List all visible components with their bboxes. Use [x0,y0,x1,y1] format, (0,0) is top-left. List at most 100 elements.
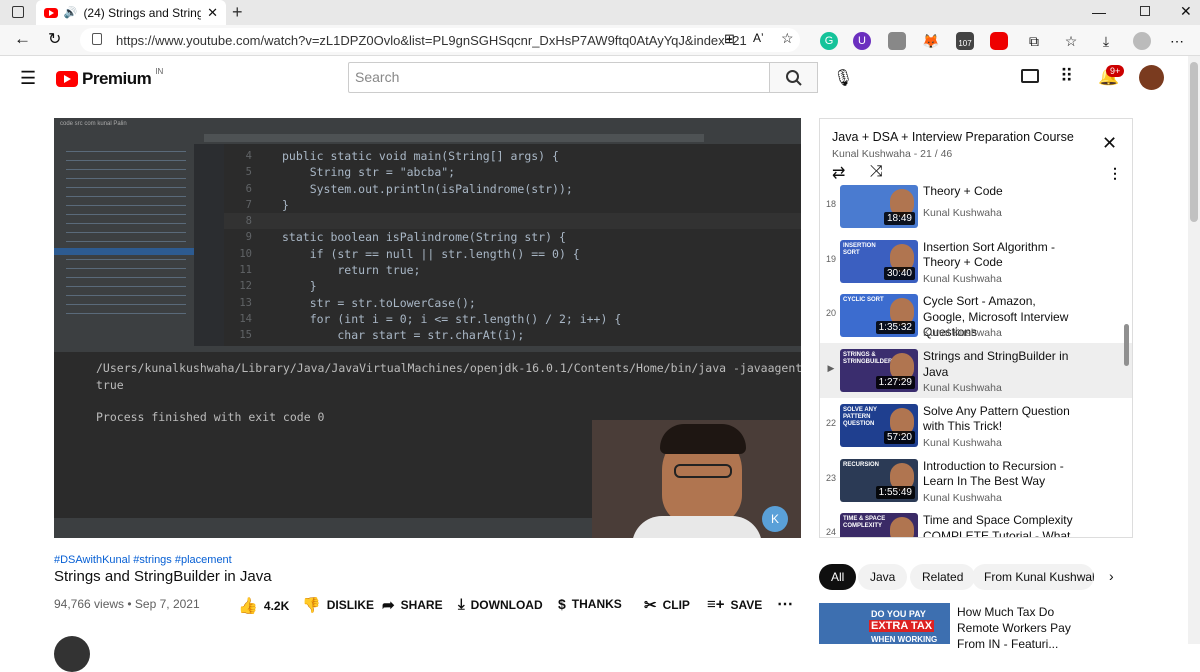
maximize-icon[interactable] [1140,6,1150,16]
video-title: Strings and StringBuilder in Java [54,568,272,585]
playlist-item-channel: Kunal Kushwaha [923,382,1002,395]
microphone-icon[interactable]: 🎙 [833,68,853,88]
page-scrollbar[interactable] [1188,56,1200,644]
playlist-scrollbar[interactable] [1124,324,1129,366]
extension-cube-icon[interactable] [888,32,906,50]
browser-menu-icon[interactable]: ⋯ [1168,32,1186,50]
playlist-item-channel: Kunal Kushwaha [923,436,1002,449]
chips-next-icon[interactable]: › [1109,568,1114,584]
playlist-item-index: ▶ [827,363,835,374]
code-line: 7} [224,197,801,213]
playlist-item-index: 22 [825,417,836,428]
youtube-logo-icon [56,71,78,87]
video-hashtags[interactable]: #DSAwithKunal #strings #placement [54,554,232,566]
recommended-title[interactable]: How Much Tax Do Remote Workers Pay From … [957,604,1097,652]
thumb-line-2: EXTRA TAX [869,620,935,632]
address-bar[interactable]: https://www.youtube.com/watch?v=zL1DPZ0O… [80,28,800,52]
share-button[interactable]: ➦ SHARE [382,596,443,614]
tree-selected-row [54,248,194,255]
tab-close-icon[interactable]: ✕ [207,5,218,21]
audio-icon[interactable]: 🔊 [64,6,78,19]
playlist-item[interactable]: 19 INSERTION SORT 30:40 Insertion Sort Algo… [820,234,1132,289]
hamburger-menu-icon[interactable]: ☰ [20,68,36,89]
playlist-item[interactable]: 20 CYCLIC SORT 1:35:32 Cycle Sort - Amazon,… [820,288,1132,343]
thumb-line-3: WHEN WORKING [871,635,938,644]
playlist-item-index: 19 [825,253,836,264]
recommended-thumbnail[interactable]: DO YOU PAY EXTRA TAX WHEN WORKING [819,603,950,644]
playlist-item[interactable]: 22 SOLVE ANY PATTERN QUESTION 57:20 Solve A… [820,398,1132,453]
thumbnail-person [890,517,914,537]
extension-calendar-icon[interactable]: 107 [956,32,974,50]
playlist-item[interactable]: 18 18:49 Theory + Code Kunal Kushwaha [820,179,1132,234]
metamask-icon[interactable]: 🦊 [922,32,940,50]
skip-ad-icon[interactable]: K [762,506,788,532]
video-player[interactable]: code src com kunal Palin 4 public static … [54,118,801,538]
channel-avatar[interactable] [54,636,90,672]
favorite-add-icon[interactable]: ☆ [781,30,794,47]
chip-from-channel[interactable]: From Kunal Kushwaha [972,564,1094,590]
downloads-icon[interactable]: ⤓ [1097,32,1115,50]
youtube-extension-icon[interactable] [990,32,1008,50]
thanks-button[interactable]: $ THANKS [558,596,622,612]
download-button[interactable]: ⤓ DOWNLOAD [458,596,543,613]
back-icon[interactable]: ← [14,29,31,49]
save-button[interactable]: ≡+ SAVE [707,596,762,613]
create-video-icon[interactable] [1021,69,1039,83]
code-text: if (str == null || str.length() == 0) { [282,246,580,261]
search-button[interactable] [769,62,818,93]
share-label: SHARE [400,598,443,612]
thumb-line-1: DO YOU PAY [871,609,926,619]
line-number: 13 [239,296,252,309]
youtube-premium-logo[interactable]: Premium IN [56,67,163,89]
tab-actions-icon[interactable] [12,6,24,18]
new-tab-icon[interactable]: + [232,2,243,23]
thumbs-up-icon: 👍 [238,598,258,615]
grammarly-icon[interactable]: G [820,32,838,50]
account-avatar[interactable] [1139,65,1164,90]
browser-tab[interactable]: 🔊 (24) Strings and StringBuilde ✕ [36,0,226,25]
thanks-icon: $ [558,596,566,612]
like-button[interactable]: 👍 4.2K [238,596,289,616]
search-input[interactable]: Search [348,62,770,93]
dislike-button[interactable]: 👎 DISLIKE [302,596,374,614]
thumbs-down-icon: 👎 [302,597,321,614]
tree-lines [66,146,186,316]
code-line: 4 public static void main(String[] args) … [224,148,801,164]
clip-button[interactable]: ✂ CLIP [644,596,690,614]
line-number: 12 [239,280,252,293]
playlist-item[interactable]: 24 TIME & SPACE COMPLEXITY2:28:24Time and… [820,507,1132,537]
extension-u-icon[interactable]: U [853,32,871,50]
more-actions-icon[interactable]: ⋯ [777,594,793,614]
chip-all[interactable]: All [819,564,857,590]
thumbnail-caption: CYCLIC SORT [843,297,884,304]
youtube-favicon-icon [44,7,58,18]
profile-avatar-icon[interactable] [1133,32,1151,50]
url-text: https://www.youtube.com/watch?v=zL1DPZ0O… [116,32,747,48]
playlist-item-title: Solve Any Pattern Question with This Tri… [923,403,1070,434]
line-number: 14 [239,312,252,325]
playlist-add-icon: ≡+ [707,596,725,613]
playlist-title[interactable]: Java + DSA + Interview Preparation Cours… [832,130,1074,144]
page-scrollbar-thumb[interactable] [1190,62,1198,222]
thumbnail-caption: TIME & SPACE COMPLEXITY [843,516,886,530]
code-text: str = str.toLowerCase(); [282,295,476,310]
chip-related[interactable]: Related [910,564,976,590]
read-aloud-icon[interactable]: Aʼ [753,31,764,45]
apps-grid-icon[interactable]: ⠿ [1060,66,1073,87]
playlist-item[interactable]: 23 RECURSION 1:55:49 Introduction to Recurs… [820,453,1132,508]
window-close-icon[interactable]: ✕ [1180,3,1192,20]
console-line: /Users/kunalkushwaha/Library/Java/JavaVi… [96,361,801,375]
apps-icon[interactable]: ⊞ [724,31,735,47]
ide-project-tree [54,132,194,352]
save-label: SAVE [730,597,763,612]
extensions-icon[interactable]: ⧉ [1025,32,1043,50]
minimize-icon[interactable]: — [1092,4,1106,20]
reload-icon[interactable]: ↻ [48,29,61,49]
playlist-item-channel: Kunal Kushwaha [923,491,1002,504]
favorites-icon[interactable]: ☆ [1062,32,1080,50]
line-number: 6 [245,182,252,195]
playlist-close-icon[interactable]: ✕ [1102,133,1117,154]
playlist-item[interactable]: ▶ STRINGS & STRINGBUILDER 1:27:29 Strings a… [820,343,1132,399]
chip-java[interactable]: Java [858,564,908,590]
code-text: return true; [282,263,421,278]
